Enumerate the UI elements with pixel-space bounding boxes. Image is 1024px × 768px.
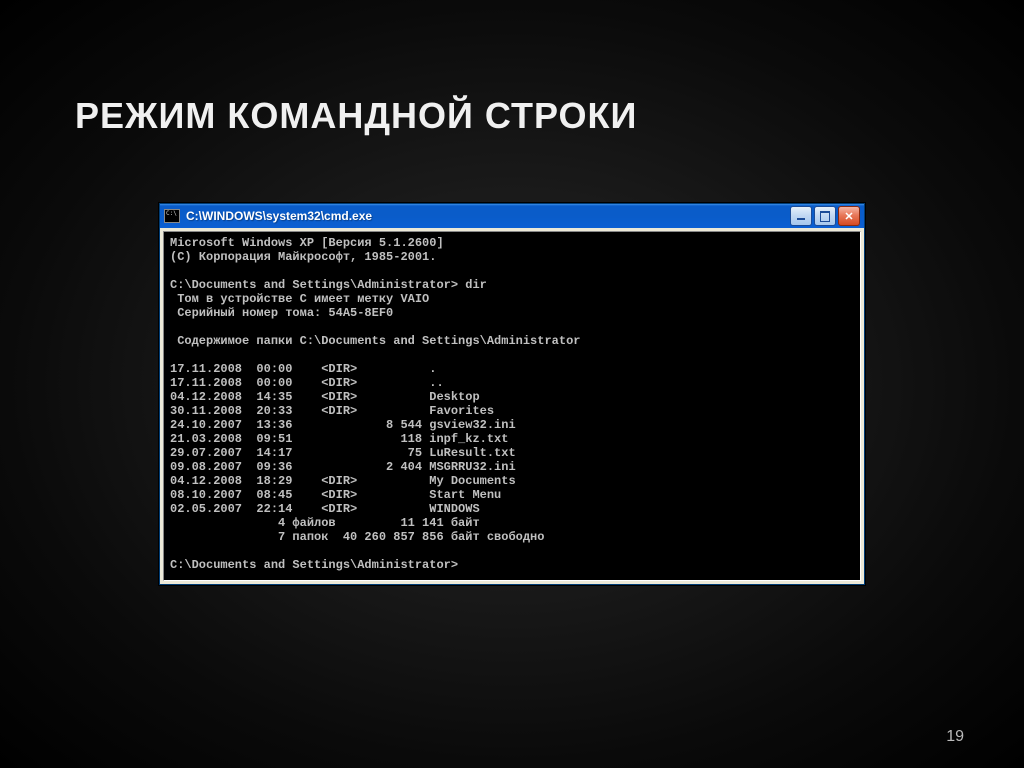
dir-entry: 09.08.2007 09:36 2 404 MSGRRU32.ini	[170, 460, 516, 474]
console-summary: 4 файлов 11 141 байт	[170, 516, 480, 530]
console-prompt: C:\Documents and Settings\Administrator>	[170, 558, 458, 572]
console-summary: 7 папок 40 260 857 856 байт свободно	[170, 530, 544, 544]
console-line: Серийный номер тома: 54A5-8EF0	[170, 306, 393, 320]
maximize-button[interactable]	[814, 206, 836, 226]
dir-entry: 04.12.2008 14:35 <DIR> Desktop	[170, 390, 480, 404]
cmd-window: C:\WINDOWS\system32\cmd.exe ✕ Microsoft …	[159, 203, 865, 585]
dir-entry: 02.05.2007 22:14 <DIR> WINDOWS	[170, 502, 480, 516]
dir-entry: 29.07.2007 14:17 75 LuResult.txt	[170, 446, 516, 460]
console-line: Microsoft Windows XP [Версия 5.1.2600]	[170, 236, 444, 250]
dir-entry: 17.11.2008 00:00 <DIR> .	[170, 362, 436, 376]
console-prompt: C:\Documents and Settings\Administrator>…	[170, 278, 487, 292]
minimize-button[interactable]	[790, 206, 812, 226]
dir-entry: 04.12.2008 18:29 <DIR> My Documents	[170, 474, 516, 488]
console-output[interactable]: Microsoft Windows XP [Версия 5.1.2600] (…	[163, 231, 861, 581]
window-title: C:\WINDOWS\system32\cmd.exe	[186, 209, 790, 223]
dir-entry: 21.03.2008 09:51 118 inpf_kz.txt	[170, 432, 508, 446]
slide-title: РЕЖИМ КОМАНДНОЙ СТРОКИ	[75, 95, 637, 137]
window-control-buttons: ✕	[790, 206, 860, 226]
titlebar[interactable]: C:\WINDOWS\system32\cmd.exe ✕	[160, 204, 864, 228]
dir-entry: 08.10.2007 08:45 <DIR> Start Menu	[170, 488, 501, 502]
slide-page-number: 19	[946, 728, 964, 746]
console-line: Том в устройстве C имеет метку VAIO	[170, 292, 429, 306]
dir-entry: 24.10.2007 13:36 8 544 gsview32.ini	[170, 418, 516, 432]
close-button[interactable]: ✕	[838, 206, 860, 226]
console-line: Содержимое папки C:\Documents and Settin…	[170, 334, 580, 348]
dir-entry: 17.11.2008 00:00 <DIR> ..	[170, 376, 444, 390]
cmd-icon	[164, 209, 180, 223]
dir-entry: 30.11.2008 20:33 <DIR> Favorites	[170, 404, 494, 418]
console-line: (C) Корпорация Майкрософт, 1985-2001.	[170, 250, 436, 264]
